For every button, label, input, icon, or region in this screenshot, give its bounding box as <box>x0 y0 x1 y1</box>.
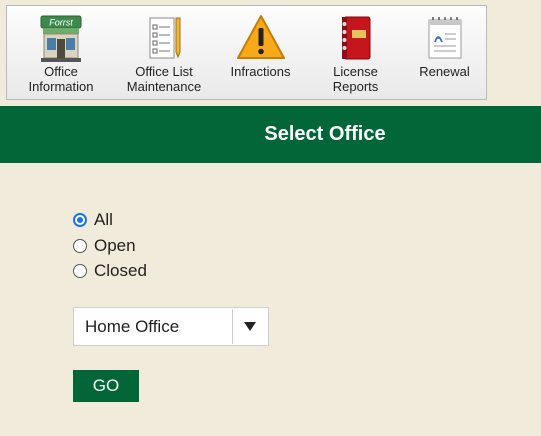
office-select-value: Home Office <box>85 317 180 336</box>
radio-button-open[interactable] <box>73 239 87 253</box>
red-binder-icon <box>341 16 370 60</box>
radio-option-all[interactable]: All <box>73 210 113 230</box>
license-reports-label: License Reports <box>332 64 379 94</box>
radio-label-all: All <box>94 210 113 229</box>
toolbar-license-reports[interactable]: License Reports <box>308 6 403 99</box>
dropdown-button[interactable] <box>232 309 267 344</box>
header-bar: Select Office <box>0 106 541 163</box>
renewal-label: Renewal <box>419 64 470 79</box>
office-select[interactable]: Home Office <box>73 307 269 346</box>
calendar-note-icon <box>428 17 461 59</box>
page-title: Select Office <box>264 123 386 145</box>
radio-label-open: Open <box>94 236 136 255</box>
radio-label-closed: Closed <box>94 261 147 280</box>
svg-text:Forrst: Forrst <box>49 18 73 28</box>
checklist-pencil-icon <box>149 17 181 59</box>
toolbar-renewal[interactable]: Renewal <box>403 6 486 99</box>
office-information-label: Office Information <box>28 64 94 94</box>
office-list-maintenance-label: Office List Maintenance <box>126 64 202 94</box>
toolbar-infractions[interactable]: Infractions <box>213 6 308 99</box>
go-button[interactable]: GO <box>73 370 139 402</box>
radio-button-closed[interactable] <box>73 264 87 278</box>
warning-icon <box>236 15 285 59</box>
radio-button-all[interactable] <box>73 213 87 227</box>
chevron-down-icon <box>244 321 256 331</box>
toolbar-office-information[interactable]: Forrst Office Information <box>7 6 115 99</box>
toolbar-office-list-maintenance[interactable]: Office List Maintenance <box>115 6 213 99</box>
radio-option-open[interactable]: Open <box>73 236 136 256</box>
radio-option-closed[interactable]: Closed <box>73 261 147 281</box>
main-toolbar: Forrst Office Information Office List Ma… <box>6 5 487 100</box>
storefront-icon: Forrst <box>40 15 82 62</box>
infractions-label: Infractions <box>230 64 291 79</box>
